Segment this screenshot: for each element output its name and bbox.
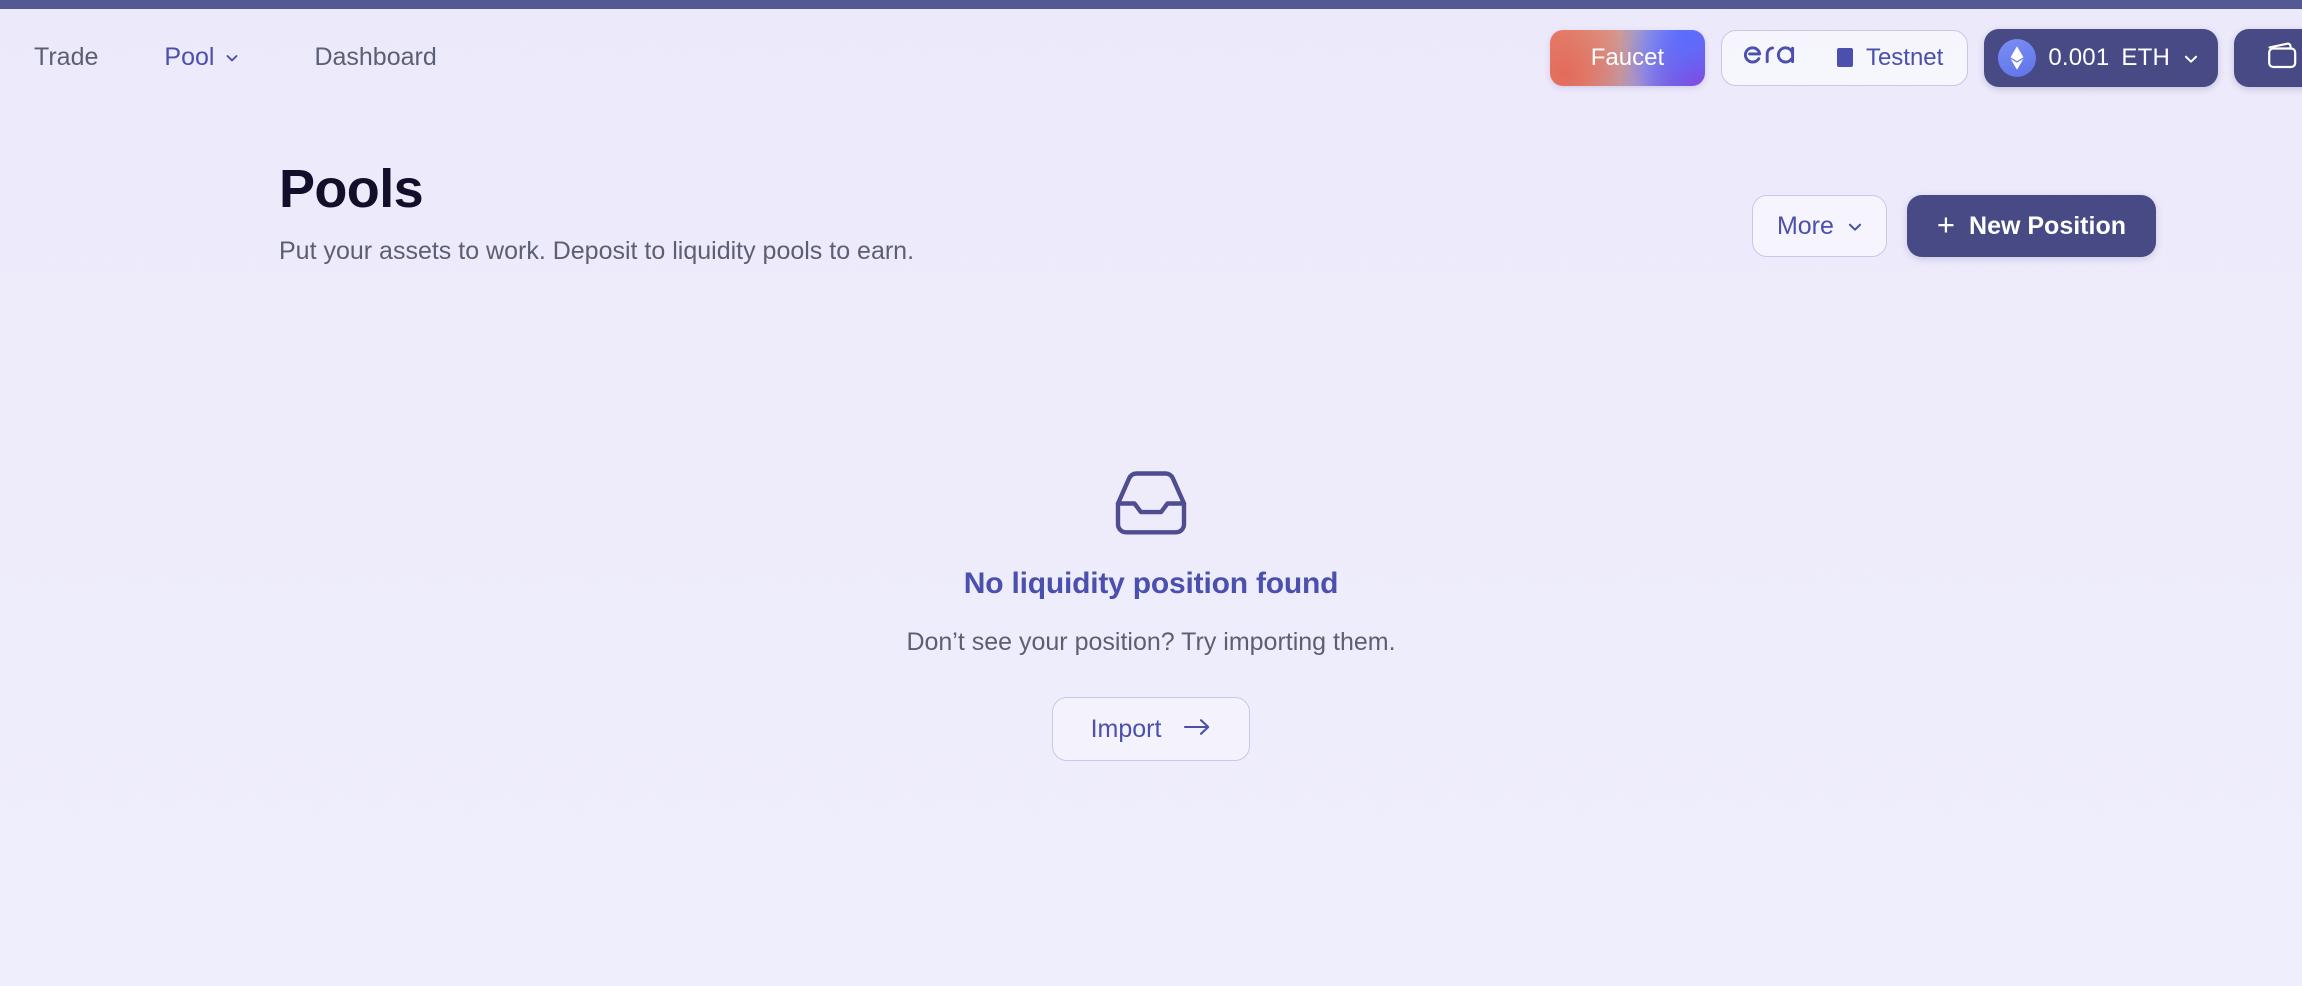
page-title: Pools [279,159,424,219]
ethereum-icon [1998,38,2037,77]
era-square-icon [1836,48,1853,67]
header-actions: Faucet Testnet 0.001 ETH [1549,28,2302,87]
nav-item-dashboard[interactable]: Dashboard [266,35,462,80]
nav-item-trade[interactable]: Trade [34,35,124,80]
plus-icon: + [1936,207,1956,242]
new-position-button[interactable]: + New Position [1906,195,2156,257]
faucet-button[interactable]: Faucet [1549,29,1705,86]
chevron-down-icon [224,50,240,66]
new-position-button-label: New Position [1969,211,2126,240]
wallet-icon [2264,41,2298,74]
import-button[interactable]: Import [1051,697,1251,761]
faucet-button-label: Faucet [1590,43,1665,71]
empty-state-title: No liquidity position found [963,567,1339,600]
inbox-tray-icon [1112,470,1190,541]
chevron-down-icon [1846,218,1862,234]
network-selector-chip[interactable]: Testnet [1720,29,1969,86]
app-header: Trade Pool Dashboard Faucet Testnet 0.00… [0,9,2302,106]
primary-nav: Trade Pool Dashboard [34,35,463,80]
page-header: Pools Put your assets to work. Deposit t… [279,159,1449,268]
wallet-balance-amount: 0.001 [2048,43,2110,71]
nav-item-pool[interactable]: Pool [124,35,266,80]
page-header-actions: More + New Position [1751,195,2156,257]
wallet-button[interactable] [2234,28,2302,87]
nav-item-label: Dashboard [314,43,437,71]
empty-state: No liquidity position found Don’t see yo… [0,470,2302,761]
wallet-balance-button[interactable]: 0.001 ETH [1984,28,2218,87]
nav-item-label: Trade [34,43,99,71]
top-accent-strip [0,0,2302,9]
page-subtitle: Put your assets to work. Deposit to liqu… [279,237,915,266]
import-button-label: Import [1090,714,1162,743]
more-button-label: More [1776,211,1834,240]
nav-item-label: Pool [164,43,215,71]
arrow-right-icon [1183,715,1211,744]
wallet-balance-symbol: ETH [2121,43,2170,71]
more-button[interactable]: More [1751,195,1887,257]
chevron-down-icon [2182,50,2198,66]
empty-state-subtitle: Don’t see your position? Try importing t… [906,628,1396,656]
network-label: Testnet [1865,43,1944,71]
era-logo [1743,40,1853,75]
era-wordmark-icon [1743,40,1830,75]
